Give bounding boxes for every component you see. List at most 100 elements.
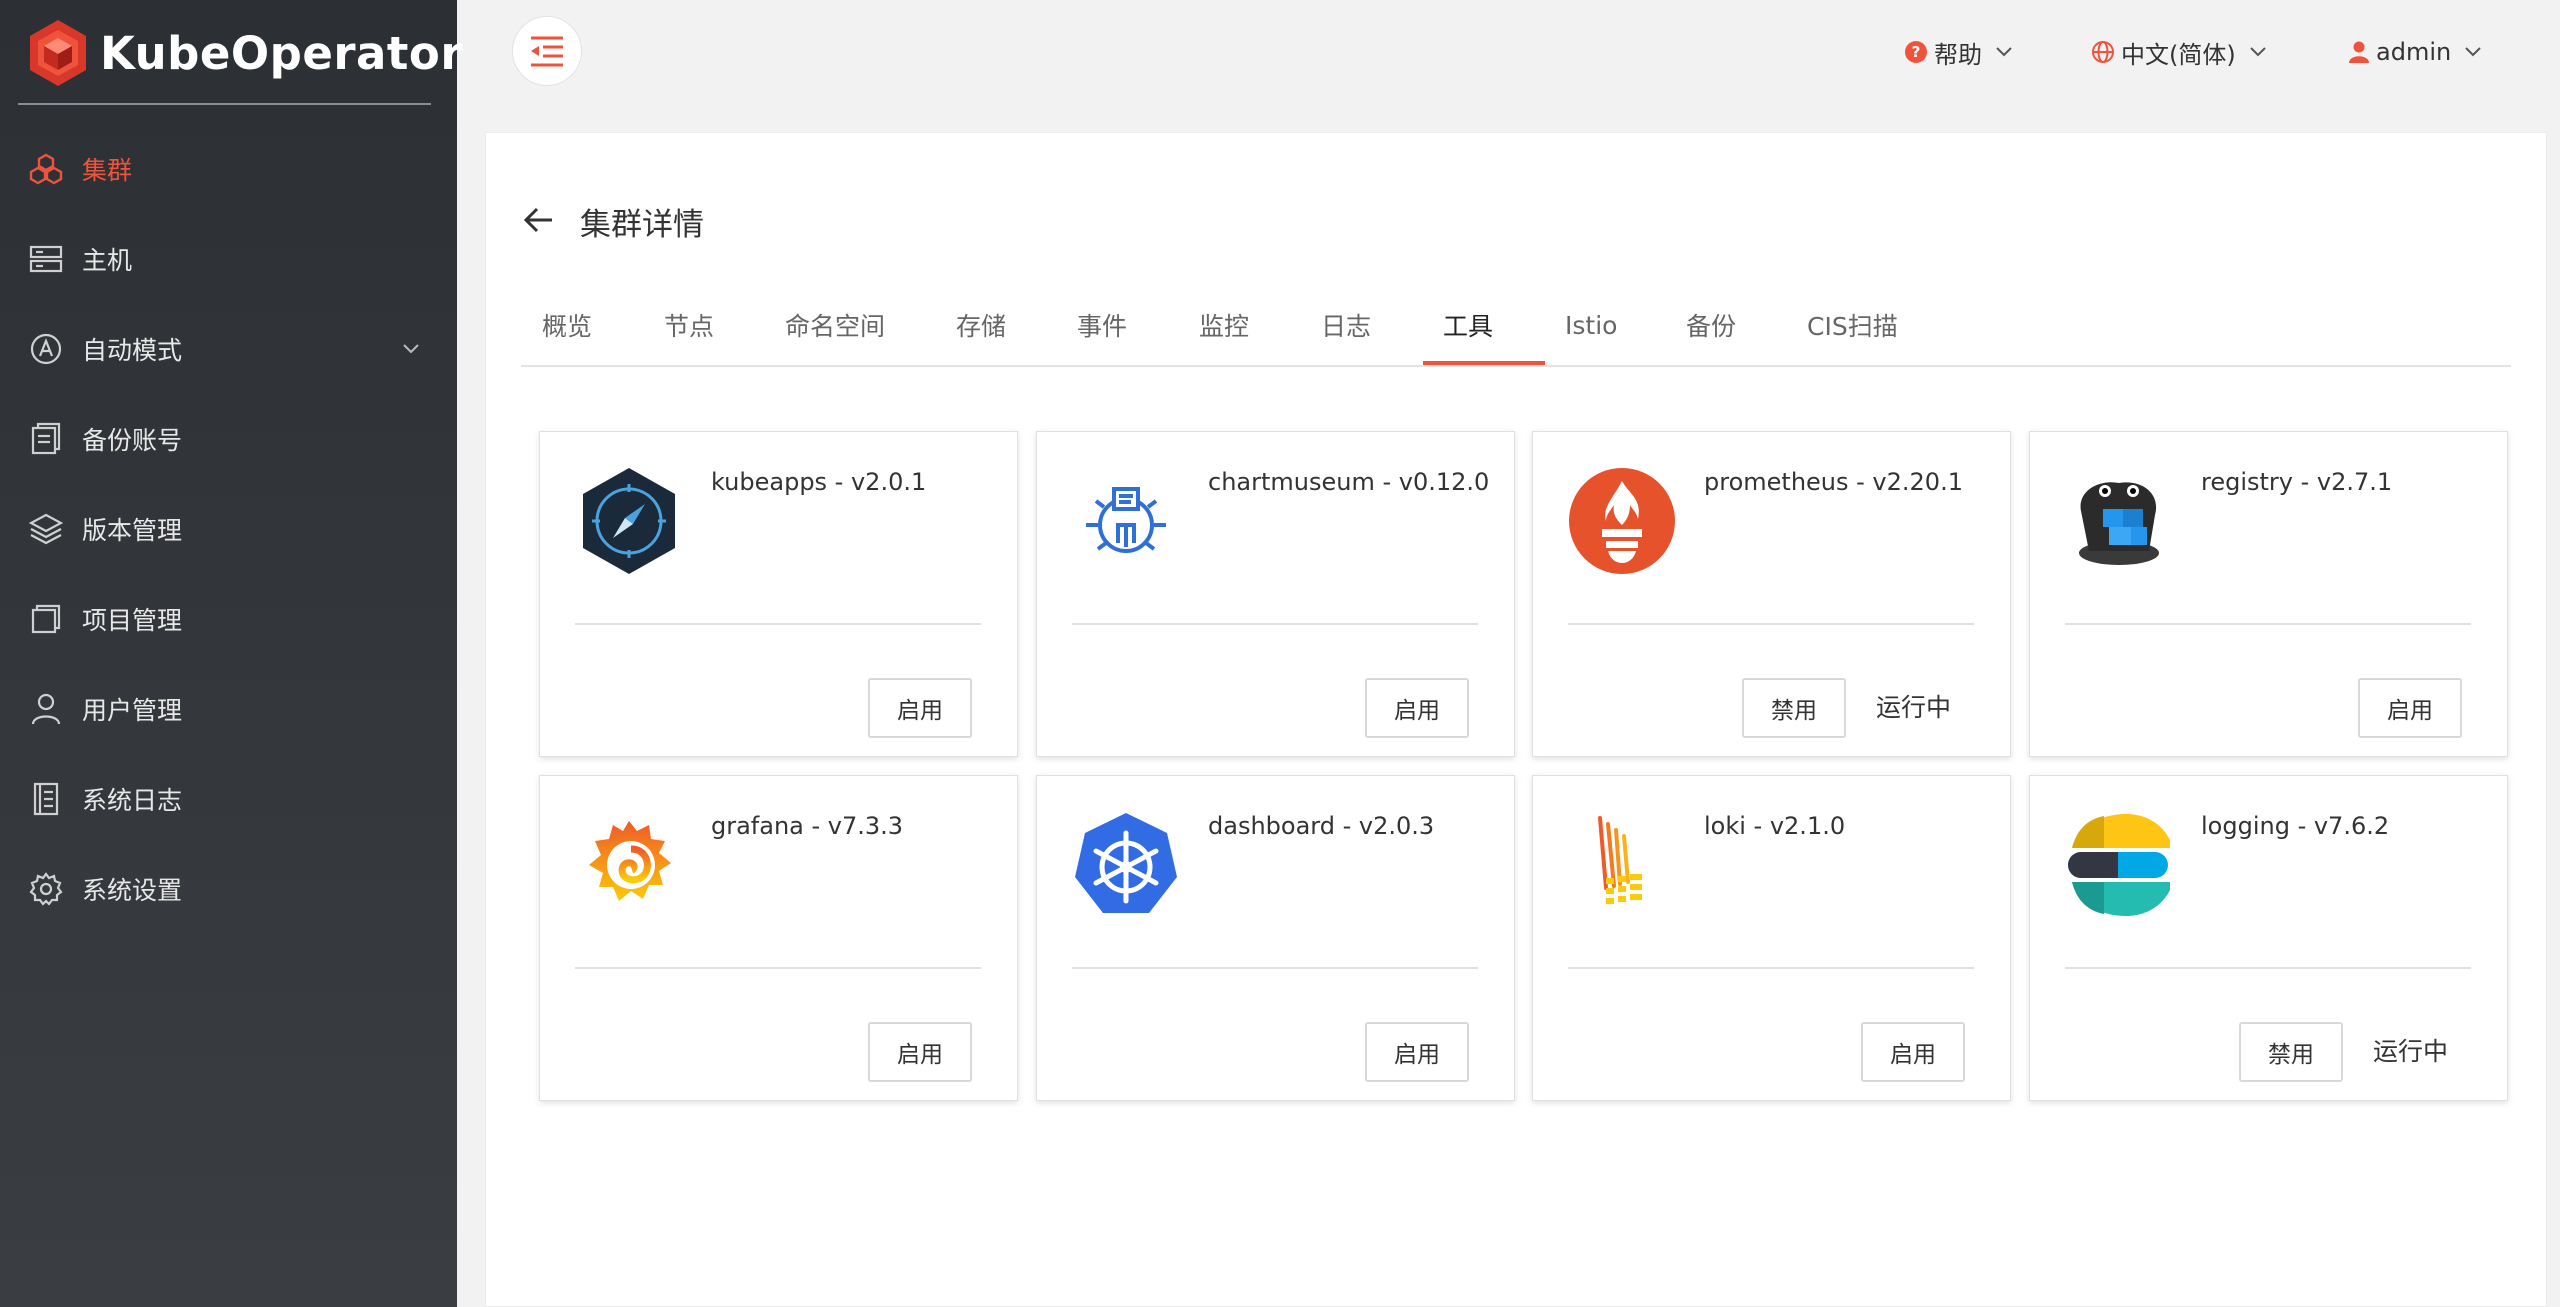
- menu-collapse-icon: [531, 36, 563, 67]
- enable-button[interactable]: 启用: [868, 678, 972, 738]
- prometheus-icon: [1567, 466, 1677, 576]
- chevron-down-icon[interactable]: [401, 338, 421, 358]
- tool-card-loki: loki - v2.1.0 启用: [1532, 775, 2011, 1101]
- tool-name: kubeapps - v2.0.1: [711, 468, 927, 496]
- chartmuseum-icon: [1071, 466, 1181, 576]
- sidebar-item-system-logs[interactable]: 系统日志: [0, 754, 457, 844]
- registry-icon: [2064, 466, 2174, 576]
- sidebar-item-label: 版本管理: [82, 516, 183, 545]
- help-menu[interactable]: ? 帮助: [1904, 32, 2014, 72]
- kubernetes-dashboard-icon: [1071, 810, 1181, 920]
- chevron-down-icon: [1994, 45, 2014, 59]
- language-label: 中文(简体): [2121, 40, 2236, 69]
- chevron-down-icon: [2463, 45, 2483, 59]
- tool-card-chartmuseum: chartmuseum - v0.12.0 启用: [1036, 431, 1515, 757]
- sidebar-item-label: 项目管理: [82, 606, 183, 635]
- sidebar-item-label: 备份账号: [82, 426, 183, 455]
- card-divider: [1568, 967, 1974, 969]
- loki-icon: [1567, 810, 1677, 920]
- auto-mode-icon: [28, 331, 64, 367]
- app-title: KubeOperator: [100, 26, 464, 80]
- tool-name: dashboard - v2.0.3: [1208, 812, 1435, 840]
- tool-name: loki - v2.1.0: [1704, 812, 1846, 840]
- tool-card-logging: logging - v7.6.2 禁用 运行中: [2029, 775, 2508, 1101]
- sidebar-item-cluster[interactable]: 集群: [0, 124, 457, 214]
- sidebar-toggle-button[interactable]: [512, 16, 582, 86]
- tool-card-prometheus: prometheus - v2.20.1 禁用 运行中: [1532, 431, 2011, 757]
- chevron-down-icon: [2248, 45, 2268, 59]
- sidebar-nav: 集群 主机 自动模式 备份账号 版本管理 项目管理 用户管理 系统日志 系统设置: [0, 124, 457, 934]
- elastic-logging-icon: [2064, 810, 2174, 920]
- tab-events[interactable]: 事件: [1077, 283, 1127, 367]
- enable-button[interactable]: 启用: [1861, 1022, 1965, 1082]
- cluster-detail-panel: 集群详情 概览 节点 命名空间 存储 事件 监控 日志 工具 Istio 备份 …: [485, 132, 2547, 1307]
- sidebar-item-projects[interactable]: 项目管理: [0, 574, 457, 664]
- project-icon: [28, 601, 64, 637]
- log-icon: [28, 781, 64, 817]
- top-header: ? 帮助 中文(简体) admin: [457, 0, 2560, 105]
- cluster-tabs: 概览 节点 命名空间 存储 事件 监控 日志 工具 Istio 备份 CIS扫描: [521, 283, 2511, 367]
- enable-button[interactable]: 启用: [868, 1022, 972, 1082]
- tab-storage[interactable]: 存储: [956, 283, 1006, 367]
- grafana-icon: [574, 810, 684, 920]
- user-icon: [28, 691, 64, 727]
- tab-nodes[interactable]: 节点: [664, 283, 714, 367]
- tab-istio[interactable]: Istio: [1565, 283, 1617, 367]
- tool-name: grafana - v7.3.3: [711, 812, 904, 840]
- sidebar-item-label: 集群: [82, 156, 133, 185]
- sidebar-item-settings[interactable]: 系统设置: [0, 844, 457, 934]
- tab-logs[interactable]: 日志: [1321, 283, 1371, 367]
- tab-namespaces[interactable]: 命名空间: [785, 283, 885, 367]
- tool-card-dashboard: dashboard - v2.0.3 启用: [1036, 775, 1515, 1101]
- tab-tools[interactable]: 工具: [1443, 283, 1493, 367]
- cluster-icon: [28, 151, 64, 187]
- card-divider: [1072, 967, 1478, 969]
- tool-name: registry - v2.7.1: [2201, 468, 2393, 496]
- tab-backup[interactable]: 备份: [1686, 283, 1736, 367]
- active-tab-indicator: [1423, 361, 1545, 365]
- tab-cis-scan[interactable]: CIS扫描: [1807, 283, 1898, 367]
- sidebar-item-hosts[interactable]: 主机: [0, 214, 457, 304]
- tool-name: chartmuseum - v0.12.0: [1208, 468, 1490, 496]
- tab-overview[interactable]: 概览: [542, 283, 592, 367]
- back-arrow-icon[interactable]: [522, 203, 556, 237]
- sidebar-item-users[interactable]: 用户管理: [0, 664, 457, 754]
- disable-button[interactable]: 禁用: [2239, 1022, 2343, 1082]
- status-badge: 运行中: [2373, 1037, 2449, 1066]
- language-menu[interactable]: 中文(简体): [2091, 32, 2268, 72]
- logo-divider: [18, 103, 431, 105]
- user-menu[interactable]: admin: [2348, 32, 2483, 72]
- tool-name: logging - v7.6.2: [2201, 812, 2390, 840]
- app-logo[interactable]: KubeOperator: [26, 14, 463, 92]
- tool-name: prometheus - v2.20.1: [1704, 468, 1963, 496]
- gear-icon: [28, 871, 64, 907]
- status-badge: 运行中: [1876, 693, 1952, 722]
- sidebar-item-versions[interactable]: 版本管理: [0, 484, 457, 574]
- help-label: 帮助: [1934, 40, 1982, 69]
- sidebar-item-backup-account[interactable]: 备份账号: [0, 394, 457, 484]
- page-title: 集群详情: [580, 207, 704, 243]
- enable-button[interactable]: 启用: [1365, 678, 1469, 738]
- sidebar-item-label: 用户管理: [82, 696, 183, 725]
- card-divider: [575, 623, 981, 625]
- card-divider: [1072, 623, 1478, 625]
- card-divider: [575, 967, 981, 969]
- layers-icon: [28, 511, 64, 547]
- card-divider: [2065, 623, 2471, 625]
- tool-card-grafana: grafana - v7.3.3 启用: [539, 775, 1018, 1101]
- help-icon: ?: [1904, 40, 1928, 64]
- user-icon: [2348, 40, 2370, 64]
- sidebar: KubeOperator 集群 主机 自动模式 备份账号 版本管理 项目管理 用…: [0, 0, 463, 1307]
- sidebar-item-label: 自动模式: [82, 336, 183, 365]
- sidebar-item-label: 系统日志: [82, 786, 183, 815]
- disable-button[interactable]: 禁用: [1742, 678, 1846, 738]
- tool-card-kubeapps: kubeapps - v2.0.1 启用: [539, 431, 1018, 757]
- sidebar-item-auto-mode[interactable]: 自动模式: [0, 304, 457, 394]
- sidebar-item-label: 主机: [82, 246, 133, 275]
- enable-button[interactable]: 启用: [2358, 678, 2462, 738]
- tab-monitoring[interactable]: 监控: [1199, 283, 1249, 367]
- tool-card-registry: registry - v2.7.1 启用: [2029, 431, 2508, 757]
- card-divider: [1568, 623, 1974, 625]
- enable-button[interactable]: 启用: [1365, 1022, 1469, 1082]
- globe-icon: [2091, 40, 2115, 64]
